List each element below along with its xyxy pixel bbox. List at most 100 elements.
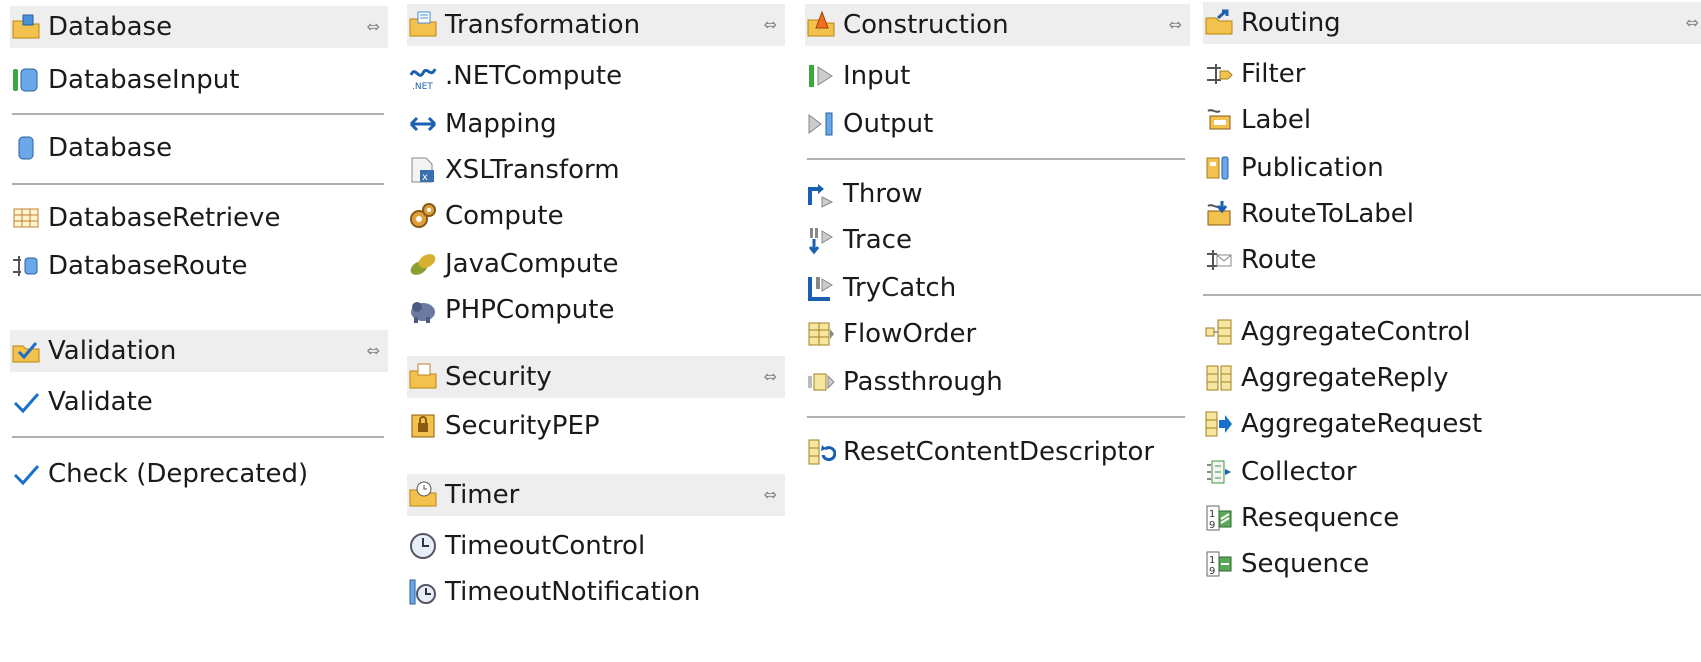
palette-item-routetolabel[interactable]: RouteToLabel [1203,194,1414,234]
palette-item-label[interactable]: Label [1203,100,1311,140]
collapse-icon[interactable]: ⇔ [1169,15,1182,34]
item-label: JavaCompute [445,249,619,279]
palette-item-phpcompute[interactable]: PHPCompute [407,290,614,330]
drawer-label: Construction [843,10,1009,40]
checkmark-icon [10,458,42,490]
palette-item-mapping[interactable]: Mapping [407,104,557,144]
collapse-icon[interactable]: ⇔ [764,15,777,34]
input-terminal-icon [805,60,837,92]
item-label: Throw [843,179,923,209]
palette-item-databaseroute[interactable]: DatabaseRoute [10,246,248,286]
item-label: DatabaseRetrieve [48,203,281,233]
folder-icon [407,361,439,393]
drawer-label: Transformation [445,10,641,40]
item-label: Label [1241,105,1312,135]
drawer-database[interactable]: Database ⇔ [10,6,388,48]
palette-item-compute[interactable]: Compute [407,196,564,236]
publication-icon [1203,152,1235,184]
item-label: AggregateReply [1241,363,1449,393]
separator [12,113,384,115]
item-label: .NETCompute [445,61,623,91]
collapse-icon[interactable]: ⇔ [367,17,380,36]
palette-item-netcompute[interactable]: .NET .NETCompute [407,56,622,96]
gears-icon [407,200,439,232]
folder-clock-icon [407,479,439,511]
separator [12,436,384,438]
item-label: Collector [1241,457,1357,487]
folder-icon [10,11,42,43]
item-label: Database [48,133,173,163]
palette-item-aggregatereply[interactable]: AggregateReply [1203,358,1449,398]
php-elephant-icon [407,294,439,326]
output-terminal-icon [805,108,837,140]
palette-item-filter[interactable]: Filter [1203,54,1305,94]
palette-item-input[interactable]: Input [805,56,910,96]
item-label: Mapping [445,109,557,139]
item-label: TryCatch [843,273,957,303]
item-label: Check (Deprecated) [48,459,309,489]
aggregatecontrol-icon [1203,316,1235,348]
filter-icon [1203,58,1235,90]
drawer-timer[interactable]: Timer ⇔ [407,474,785,516]
palette-item-database[interactable]: Database [10,128,172,168]
folder-cone-icon [805,9,837,41]
collapse-icon[interactable]: ⇔ [764,485,777,504]
palette-item-aggregatecontrol[interactable]: AggregateControl [1203,312,1471,352]
palette-item-trycatch[interactable]: TryCatch [805,268,956,308]
collapse-icon[interactable]: ⇔ [1686,13,1699,32]
palette-item-throw[interactable]: Throw [805,174,923,214]
palette-item-output[interactable]: Output [805,104,933,144]
resequence-icon: 19 [1203,502,1235,534]
palette-item-xsltransform[interactable]: x XSLTransform [407,150,620,190]
security-lock-icon [407,410,439,442]
palette-item-aggregaterequest[interactable]: AggregateRequest [1203,404,1482,444]
palette-item-validate[interactable]: Validate [10,382,153,422]
collapse-icon[interactable]: ⇔ [367,341,380,360]
clock-icon [407,530,439,562]
item-label: PHPCompute [445,295,615,325]
drawer-security[interactable]: Security ⇔ [407,356,785,398]
palette-item-check[interactable]: Check (Deprecated) [10,454,308,494]
drawer-label: Security [445,362,552,392]
drawer-construction[interactable]: Construction ⇔ [805,4,1190,46]
palette-item-resequence[interactable]: 19 Resequence [1203,498,1399,538]
palette-item-timeoutnotification[interactable]: TimeoutNotification [407,572,700,612]
palette-item-databaseretrieve[interactable]: DatabaseRetrieve [10,198,280,238]
palette-item-collector[interactable]: Collector [1203,452,1357,492]
palette-item-floworder[interactable]: FlowOrder [805,314,976,354]
item-label: Filter [1241,59,1306,89]
collapse-icon[interactable]: ⇔ [764,367,777,386]
checkmark-icon [10,386,42,418]
passthrough-icon [805,366,837,398]
drawer-validation[interactable]: Validation ⇔ [10,330,388,372]
palette-item-trace[interactable]: Trace [805,220,912,260]
drawer-routing[interactable]: Routing ⇔ [1203,2,1701,44]
label-icon [1203,104,1235,136]
drawer-transformation[interactable]: Transformation ⇔ [407,4,785,46]
item-label: Sequence [1241,549,1370,579]
palette-item-passthrough[interactable]: Passthrough [805,362,1003,402]
svg-text:.NET: .NET [412,82,433,91]
trace-icon [805,224,837,256]
item-label: AggregateRequest [1241,409,1483,439]
palette-item-securitypep[interactable]: SecurityPEP [407,406,600,446]
palette-item-timeoutcontrol[interactable]: TimeoutControl [407,526,645,566]
item-label: SecurityPEP [445,411,600,441]
item-label: RouteToLabel [1241,199,1414,229]
item-label: Input [843,61,911,91]
palette-item-javacompute[interactable]: JavaCompute [407,244,618,284]
item-label: TimeoutNotification [445,577,701,607]
database-icon [10,132,42,164]
item-label: Route [1241,245,1317,275]
svg-text:1: 1 [1209,509,1215,520]
palette-item-publication[interactable]: Publication [1203,148,1384,188]
palette-item-resetcontentdescriptor[interactable]: ResetContentDescriptor [805,432,1154,472]
item-label: XSLTransform [445,155,620,185]
palette-item-sequence[interactable]: 19 Sequence [1203,544,1369,584]
aggregatereply-icon [1203,362,1235,394]
separator [12,183,384,185]
item-label: Trace [843,225,912,255]
palette-item-route[interactable]: Route [1203,240,1316,280]
drawer-label: Database [48,12,173,42]
palette-item-databaseinput[interactable]: DatabaseInput [10,60,239,100]
